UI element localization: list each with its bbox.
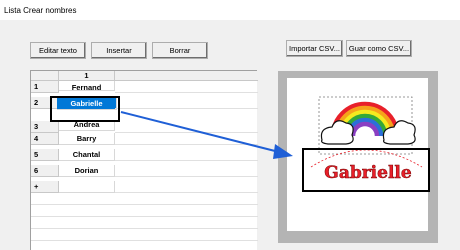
callout-arrow [120, 111, 293, 159]
create-name-list-window: Lista Crear nombres Editar texto Inserta… [0, 0, 460, 250]
